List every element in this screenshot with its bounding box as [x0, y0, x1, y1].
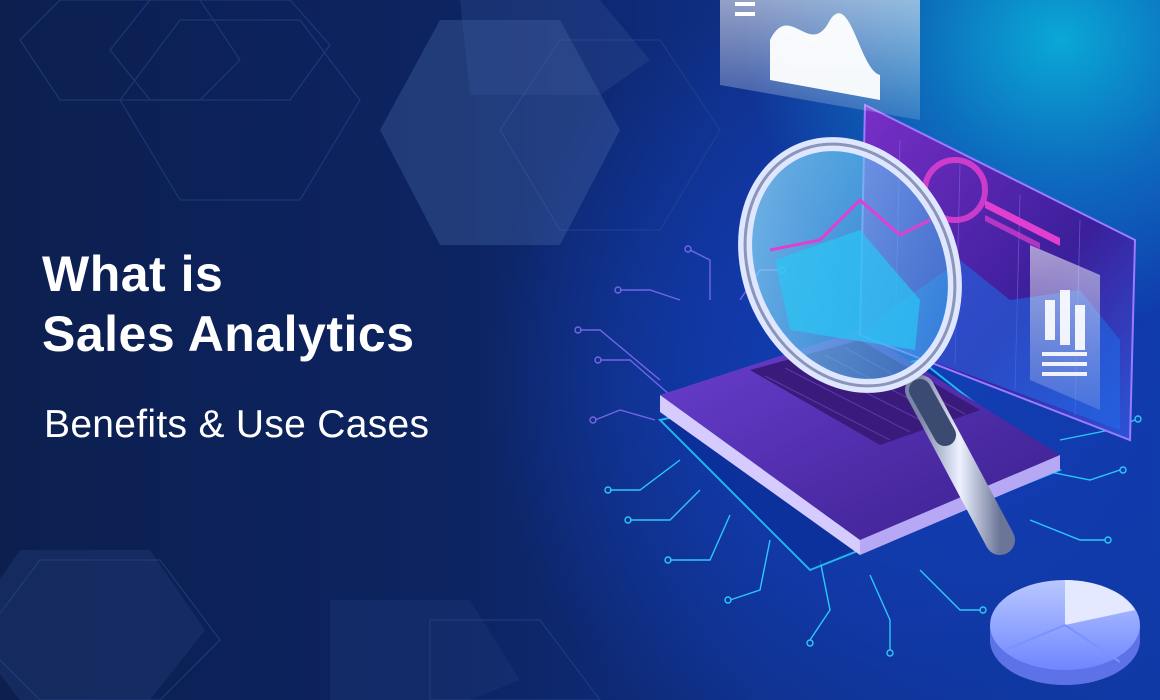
title-line-2: Sales Analytics — [42, 306, 415, 362]
pie-chart-icon — [990, 580, 1140, 685]
page-subtitle: Benefits & Use Cases — [44, 403, 430, 446]
hero-banner: What is Sales Analytics Benefits & Use C… — [0, 0, 1160, 700]
area-chart-icon — [720, 0, 920, 120]
page-title: What is Sales Analytics — [42, 244, 415, 364]
analytics-illustration — [574, 0, 1142, 685]
title-line-1: What is — [42, 246, 224, 302]
